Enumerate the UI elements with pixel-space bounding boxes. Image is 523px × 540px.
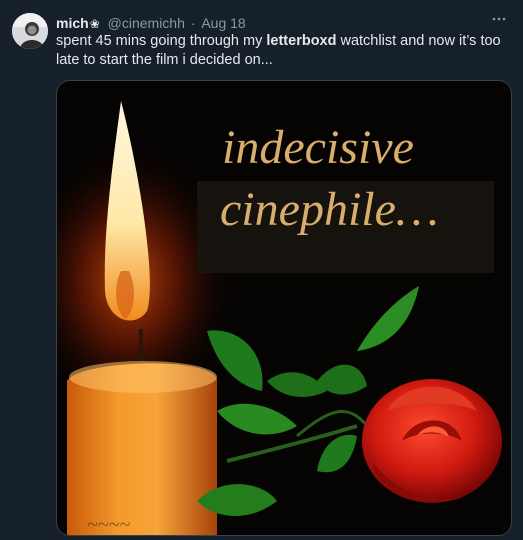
tweet-text-part: spent 45 mins going through my	[56, 33, 267, 49]
handle[interactable]: @cinemichh	[108, 15, 185, 31]
caption-line-2: cinephile…	[220, 183, 439, 236]
tweet-header: mich❀ @cinemichh · Aug 18	[56, 14, 246, 32]
flower-icon: ❀	[89, 17, 100, 31]
timestamp[interactable]: Aug 18	[201, 15, 245, 31]
separator: ·	[190, 15, 196, 31]
candle-rose-image: indecisive cinephile… ~~~~	[57, 81, 511, 535]
tweet-media-image[interactable]: indecisive cinephile… ~~~~	[56, 80, 512, 536]
more-horizontal-icon[interactable]	[489, 10, 509, 28]
display-name[interactable]: mich	[56, 15, 89, 31]
tweet-text-bold: letterboxd	[266, 33, 337, 49]
avatar-image	[12, 13, 48, 49]
caption-line-1: indecisive	[222, 121, 414, 174]
tweet[interactable]: mich❀ @cinemichh · Aug 18 spent 45 mins …	[0, 0, 523, 540]
tweet-text: spent 45 mins going through my letterbox…	[56, 32, 506, 70]
avatar[interactable]	[12, 13, 48, 49]
watermark: ~~~~	[87, 514, 130, 535]
